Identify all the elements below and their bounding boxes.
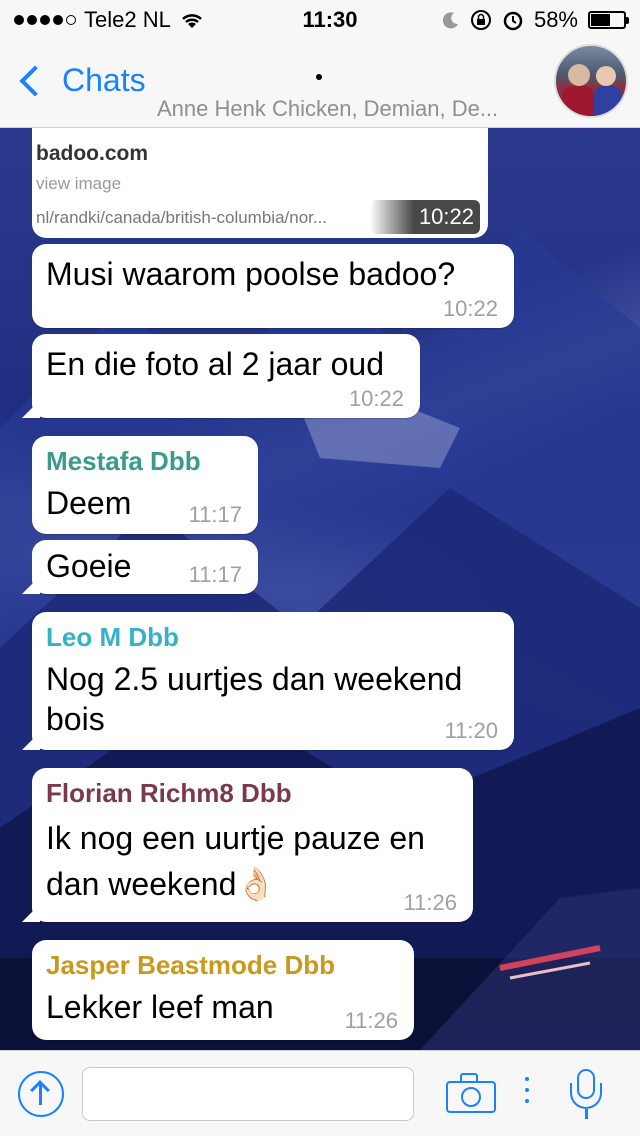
- link-preview-card[interactable]: badoo.com view image nl/randki/canada/br…: [32, 128, 488, 238]
- more-options-icon[interactable]: [524, 1077, 530, 1111]
- message-bubble[interactable]: Leo M Dbb Nog 2.5 uurtjes dan weekend bo…: [22, 612, 514, 750]
- message-text: En die foto al 2 jaar oud: [46, 346, 385, 382]
- carrier-label: Tele2 NL: [84, 7, 171, 32]
- bubble-tail: [22, 400, 40, 418]
- message-time: 10:22: [348, 386, 404, 411]
- back-label: Chats: [62, 62, 146, 98]
- rotation-lock-icon: [470, 10, 491, 30]
- message-bubble[interactable]: Musi waarom poolse badoo? 10:22: [32, 244, 514, 328]
- camera-button[interactable]: [446, 1073, 496, 1113]
- message-bubble[interactable]: En die foto al 2 jaar oud 10:22: [22, 334, 420, 418]
- bubble-tail: [22, 576, 40, 594]
- moon-icon: [442, 12, 458, 29]
- camera-icon: [461, 1087, 481, 1107]
- message-text: Nog 2.5 uurtjes dan weekend bois: [46, 661, 463, 737]
- message-input[interactable]: [82, 1067, 414, 1121]
- status-time: 11:30: [302, 7, 358, 32]
- group-avatar[interactable]: [554, 44, 628, 118]
- link-url: nl/randki/canada/british-columbia/nor...: [36, 208, 328, 227]
- group-participants[interactable]: Anne Henk Chicken, Demian, De...: [157, 96, 547, 122]
- wifi-icon: [181, 14, 202, 28]
- message-text: Musi waarom poolse badoo?: [46, 256, 456, 292]
- status-bar: Tele2 NL 11:30 58%: [0, 0, 640, 40]
- link-view-label: view image: [36, 174, 122, 193]
- chevron-left-icon: [19, 64, 51, 97]
- sender-name[interactable]: Leo M Dbb: [46, 622, 500, 653]
- message-time: 10:22: [442, 296, 498, 321]
- sender-name[interactable]: Florian Richm8 Dbb: [46, 778, 459, 809]
- bubble-tail: [22, 904, 40, 922]
- typing-indicator: [316, 74, 322, 80]
- message-composer: [0, 1050, 640, 1136]
- message-bubble[interactable]: Florian Richm8 Dbb Ik nog een uurtje pau…: [22, 768, 473, 922]
- sender-name[interactable]: Mestafa Dbb: [46, 446, 244, 477]
- message-time: 11:17: [188, 562, 242, 587]
- message-time: 11:20: [444, 718, 498, 743]
- status-left: Tele2 NL: [14, 7, 244, 33]
- signal-strength-icon: [14, 15, 76, 25]
- battery-icon: [588, 11, 629, 29]
- message-bubble[interactable]: Mestafa Dbb Deem 11:17: [32, 436, 258, 534]
- message-bubble[interactable]: Goeie 11:17: [22, 540, 258, 594]
- bubble-tail: [22, 732, 40, 750]
- message-time: 11:17: [188, 502, 242, 527]
- link-domain: badoo.com: [36, 142, 149, 165]
- message-time: 10:22: [418, 204, 474, 229]
- share-button[interactable]: [18, 1071, 64, 1117]
- chat-messages[interactable]: badoo.com view image nl/randki/canada/br…: [0, 128, 640, 1050]
- message-bubble[interactable]: Jasper Beastmode Dbb Lekker leef man 11:…: [32, 940, 414, 1040]
- message-time: 11:26: [344, 1008, 398, 1033]
- alarm-icon: [503, 11, 523, 31]
- sender-name[interactable]: Jasper Beastmode Dbb: [46, 950, 400, 981]
- microphone-button[interactable]: [568, 1069, 604, 1121]
- back-button[interactable]: Chats: [16, 62, 146, 99]
- status-right: 58%: [396, 7, 629, 33]
- battery-percent: 58%: [533, 7, 578, 32]
- message-time: 11:26: [403, 890, 457, 915]
- chat-header: Chats Anne Henk Chicken, Demian, De...: [0, 40, 640, 128]
